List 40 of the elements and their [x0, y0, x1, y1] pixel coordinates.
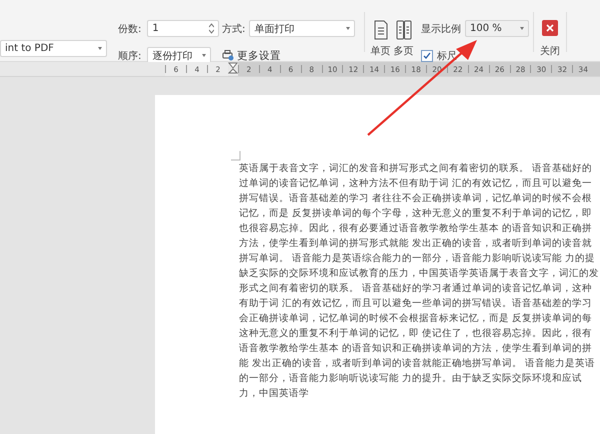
caret-icon — [346, 27, 350, 30]
single-page-icon — [372, 20, 388, 40]
document-text-line: 拼写单词。 语音能力是英语综合能力的一部分，语音能力影响听说读写能 力的提 — [239, 252, 596, 266]
zoom-dropdown[interactable]: 100 % — [465, 20, 529, 37]
view-button[interactable]: 多页 — [392, 20, 415, 58]
document-text-line: 缺乏实际的交际环境和应试教育的压力，中国英语学英语属于表音文字，词汇的发 — [239, 266, 600, 281]
copies-label: 份数: — [118, 22, 142, 36]
document-text-line: 的一部分，语音能力影响听说读写能 力的提升。由于缺乏实际交际环境和应试 — [239, 372, 584, 386]
document-text-line: 过单词的读音记忆单词，这种方法不但有助于词 汇的有效记忆，而且可以避免一 — [239, 177, 594, 191]
zoom-label: 显示比例 — [421, 22, 461, 36]
ruler-checkbox[interactable] — [421, 50, 433, 62]
document-text-line: 语音教学教给学生基本 的语音知识和正确拼读单词的方法，使学生看到单词的拼 — [239, 342, 594, 356]
copies-field[interactable]: 1 — [147, 20, 220, 37]
document-text-line: 能 发出正确的读音，或者听到单词的读音就能正确地拼写单词。 语音能力是英语 — [239, 357, 596, 371]
close-button[interactable] — [542, 20, 558, 36]
more-settings-button[interactable]: 更多设置 — [222, 48, 281, 62]
caret-icon — [98, 47, 102, 50]
mode-label: 方式: — [222, 22, 246, 36]
document-text-line: 这种无意义的重复不利于单词的记忆，即 使记住了，也很容易忘掉。因此，很有 — [239, 327, 594, 341]
document-text-line: 会正确拼读单词，记忆单词的时候不会根据音标来记忆，而是 反复拼读单词的每 — [239, 312, 594, 326]
order-label: 顺序: — [118, 50, 142, 62]
two-pages-icon — [396, 20, 412, 40]
margin-corner-mark — [231, 151, 241, 161]
printer-settings-icon — [222, 50, 234, 61]
close-icon — [546, 24, 554, 32]
spinner-icon[interactable] — [209, 23, 214, 34]
document-text-line: 也很容易忘掉。因此，很有必要通过语音教学教给学生基本 的语音知识和正确拼 — [239, 222, 594, 236]
document-text-line: 英语属于表音文字，词汇的发音和拼写形式之间有着密切的联系。 语音基础好的 — [239, 162, 594, 176]
document-text-line: 记忆，而是 反复拼读单词的每个字母，这种无意义的重复不利于单词的记忆，即 — [239, 207, 594, 221]
document-text-line: 形式之间有着密切的联系。 语音基础好的学习者通过单词的读音记忆单词，这种 — [239, 282, 594, 296]
printer-dropdown[interactable]: int to PDF — [0, 40, 107, 57]
mode-dropdown[interactable]: 单面打印 — [249, 20, 356, 37]
view-button[interactable]: 单页 — [369, 20, 392, 58]
caret-icon — [520, 27, 524, 30]
document-text-line: 拼写错误。语音基础差的学习 者往往不会正确拼读单词，记忆单词的时候不会根 — [239, 192, 594, 206]
document-text-line: 力，中国英语学 — [239, 387, 310, 401]
document-text-line: 有助于词 汇的有效记忆，而且可以避免一些单词的拼写错误。语音基础差的学习 — [239, 297, 594, 311]
close-label: 关闭 — [540, 44, 560, 58]
document-text-line: 方法，使学生看到单词的拼写形式就能 发出正确的读音，或者听到单词的读音就 — [239, 237, 594, 251]
caret-icon — [202, 54, 206, 57]
